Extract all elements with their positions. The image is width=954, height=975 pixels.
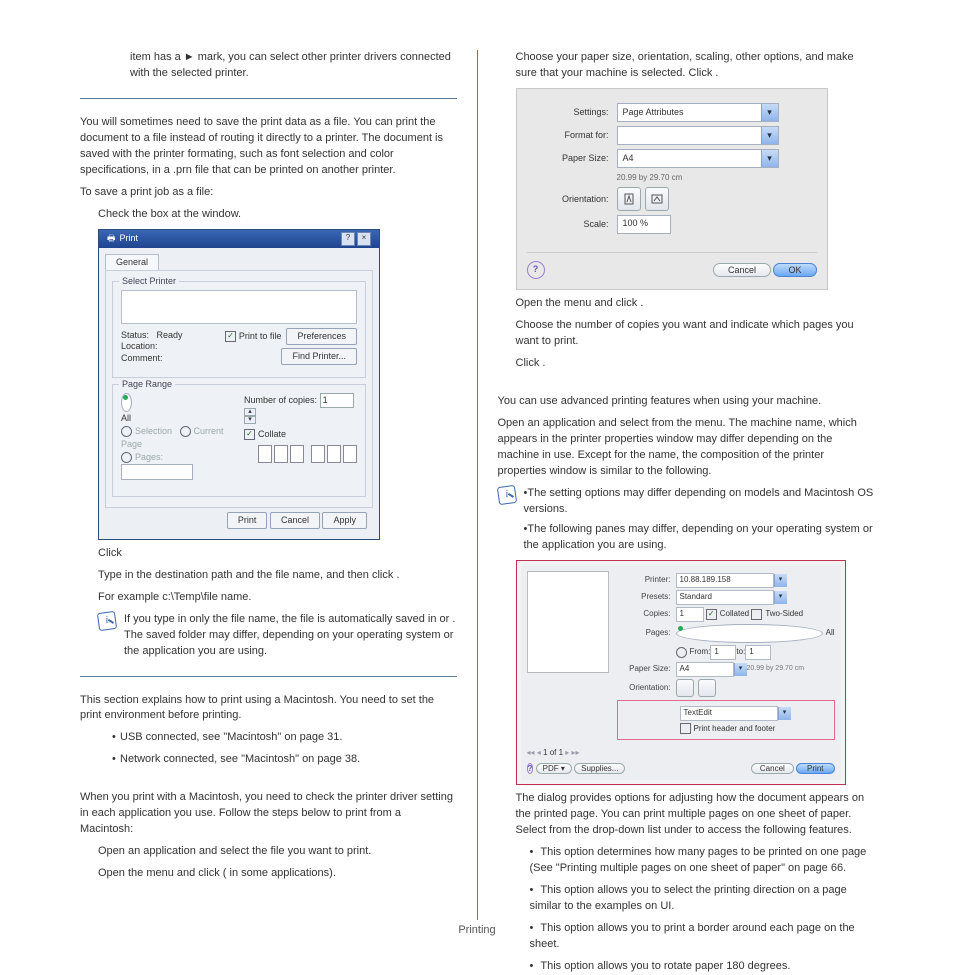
help-icon[interactable]: ? xyxy=(527,261,545,279)
find-printer-button[interactable]: Find Printer... xyxy=(281,348,357,365)
apply-button[interactable]: Apply xyxy=(322,512,367,529)
p-open-app: Open an application and select from the … xyxy=(498,416,875,480)
step-open-app: Open an application and select the file … xyxy=(80,844,457,860)
radio-selection[interactable] xyxy=(121,426,132,437)
bullet-net: •Network connected, see "Macintosh" on p… xyxy=(80,752,457,768)
printer-select[interactable]: 10.88.189.158 xyxy=(676,573,774,588)
p-mac-intro: This section explains how to print using… xyxy=(80,693,457,725)
portrait-button[interactable] xyxy=(617,187,641,211)
page-thumbnail xyxy=(527,571,609,673)
p-save-intro: You will sometimes need to save the prin… xyxy=(80,115,457,179)
bullet-usb: •USB connected, see "Macintosh" on page … xyxy=(80,730,457,746)
mac-print-dialog: Printer:10.88.189.158▾ Presets:Standard▾… xyxy=(516,560,846,786)
divider xyxy=(80,676,457,677)
print-to-file-check[interactable]: ✓ xyxy=(225,331,236,342)
p-check-box: Check the box at the window. xyxy=(80,207,457,223)
radio-pages[interactable] xyxy=(121,452,132,463)
pane-select[interactable]: TextEdit xyxy=(680,706,778,721)
p-click2: Click . xyxy=(498,356,875,372)
close-icon[interactable]: × xyxy=(357,232,371,246)
page-footer: Printing xyxy=(0,924,954,936)
divider xyxy=(80,98,457,99)
collate-check[interactable]: ✓ xyxy=(244,429,255,440)
p-click: Click xyxy=(80,546,457,562)
printer-list[interactable] xyxy=(121,290,357,324)
p-mark: item has a ► mark, you can select other … xyxy=(80,50,457,82)
left-column: item has a ► mark, you can select other … xyxy=(60,50,477,920)
p-choose-paper: Choose your paper size, orientation, sca… xyxy=(498,50,875,82)
presets-select[interactable]: Standard xyxy=(676,590,774,605)
p-advanced: You can use advanced printing features w… xyxy=(498,394,875,410)
cancel-button[interactable]: Cancel xyxy=(713,263,771,277)
cancel-button[interactable]: Cancel xyxy=(270,512,320,529)
feat-direction: • This option allows you to select the p… xyxy=(498,883,875,915)
preferences-button[interactable]: Preferences xyxy=(286,328,357,345)
note-icon: i xyxy=(97,611,117,631)
radio-all[interactable] xyxy=(121,393,132,412)
dialog-titlebar: 🖶 Print ? × xyxy=(99,230,379,248)
landscape-button[interactable] xyxy=(645,187,669,211)
printer-icon: 🖶 xyxy=(107,232,116,245)
p-type-dest: Type in the destination path and the fil… xyxy=(80,568,457,584)
page-setup-panel: Settings: Page Attributes▾ Format for: ▾… xyxy=(516,88,828,291)
note-filename: i If you type in only the file name, the… xyxy=(80,612,457,660)
note-setting: i •The setting options may differ depend… xyxy=(498,486,875,554)
chevron-down-icon: ▾ xyxy=(761,150,778,167)
ok-button[interactable]: OK xyxy=(773,263,816,277)
note-icon: i xyxy=(496,485,516,505)
chevron-down-icon: ▾ xyxy=(761,127,778,144)
scale-input[interactable]: 100 % xyxy=(617,215,671,234)
papersize-select[interactable]: A4▾ xyxy=(617,149,779,168)
p-layout: The dialog provides options for adjustin… xyxy=(498,791,875,839)
radio-current[interactable] xyxy=(180,426,191,437)
settings-select[interactable]: Page Attributes▾ xyxy=(617,103,779,122)
feat-pages-per-sheet: • This option determines how many pages … xyxy=(498,845,875,877)
print-dialog: 🖶 Print ? × General Select Printer Statu… xyxy=(98,229,380,540)
chevron-down-icon: ▾ xyxy=(761,104,778,121)
feat-reverse: • This option allows you to rotate paper… xyxy=(498,959,875,975)
copies-input[interactable]: 1 xyxy=(320,393,354,408)
tab-general[interactable]: General xyxy=(105,254,159,270)
p-open-menu: Open the menu and click . xyxy=(498,296,875,312)
print-button[interactable]: Print xyxy=(227,512,268,529)
p-copies: Choose the number of copies you want and… xyxy=(498,318,875,350)
p-save-job: To save a print job as a file: xyxy=(80,185,457,201)
step-open-menu: Open the menu and click ( in some applic… xyxy=(80,866,457,882)
dialog-title: Print xyxy=(120,232,139,245)
group-select-printer: Select Printer Status: Ready Location: C… xyxy=(112,281,366,378)
p-example: For example c:\Temp\file name. xyxy=(80,590,457,606)
format-select[interactable]: ▾ xyxy=(617,126,779,145)
help-icon[interactable]: ? xyxy=(341,232,355,246)
right-column: Choose your paper size, orientation, sca… xyxy=(478,50,895,920)
group-page-range: Page Range All Selection Current Page Pa… xyxy=(112,384,366,497)
p-mac-driver: When you print with a Macintosh, you nee… xyxy=(80,790,457,838)
